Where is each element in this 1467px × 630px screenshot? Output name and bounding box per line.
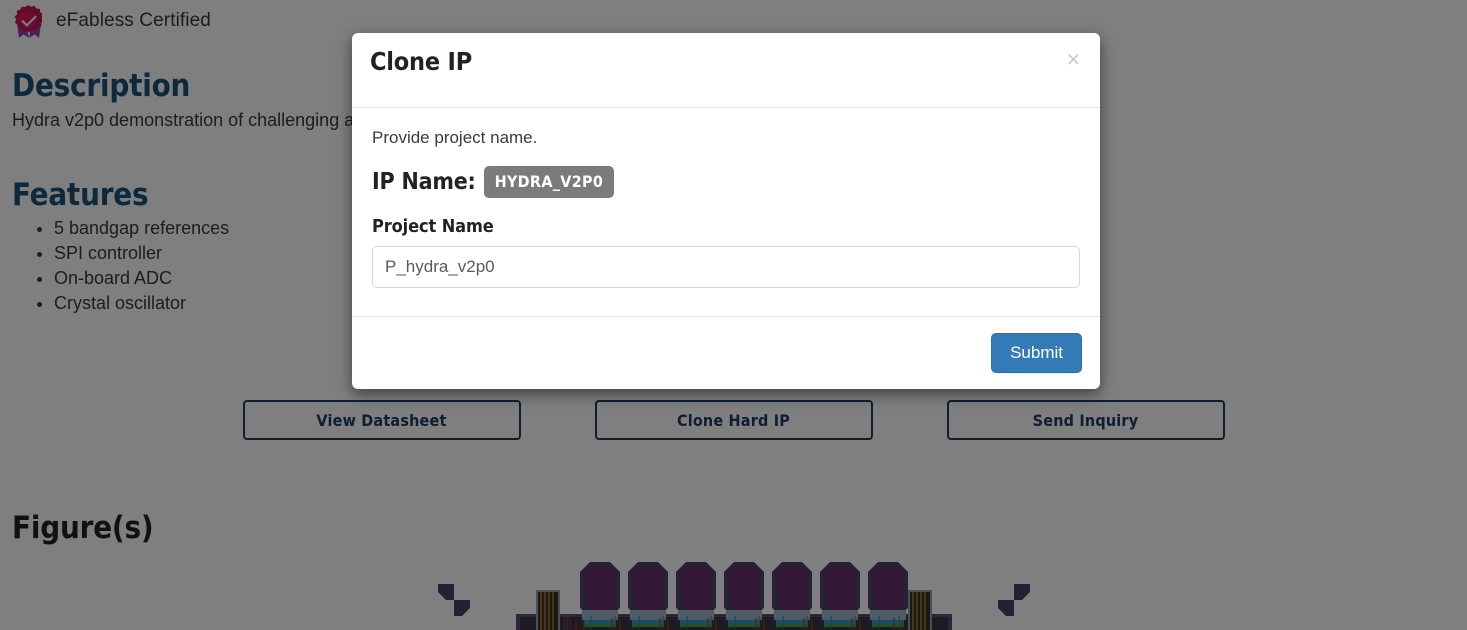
modal-header: Clone IP × — [352, 33, 1100, 108]
modal-footer: Submit — [352, 316, 1100, 389]
clone-ip-modal: Clone IP × Provide project name. IP Name… — [352, 33, 1100, 389]
ip-name-row: IP Name: HYDRA_V2P0 — [372, 166, 1080, 198]
modal-instruction-text: Provide project name. — [372, 128, 538, 147]
ip-name-badge: HYDRA_V2P0 — [483, 166, 615, 198]
project-name-label: Project Name — [372, 216, 494, 237]
project-name-input[interactable] — [372, 246, 1080, 288]
close-icon[interactable]: × — [1063, 47, 1084, 71]
modal-body: Provide project name. IP Name: HYDRA_V2P… — [352, 108, 1100, 316]
modal-title: Clone IP — [370, 47, 473, 76]
ip-name-label: IP Name: — [372, 169, 476, 195]
submit-button[interactable]: Submit — [991, 333, 1082, 373]
